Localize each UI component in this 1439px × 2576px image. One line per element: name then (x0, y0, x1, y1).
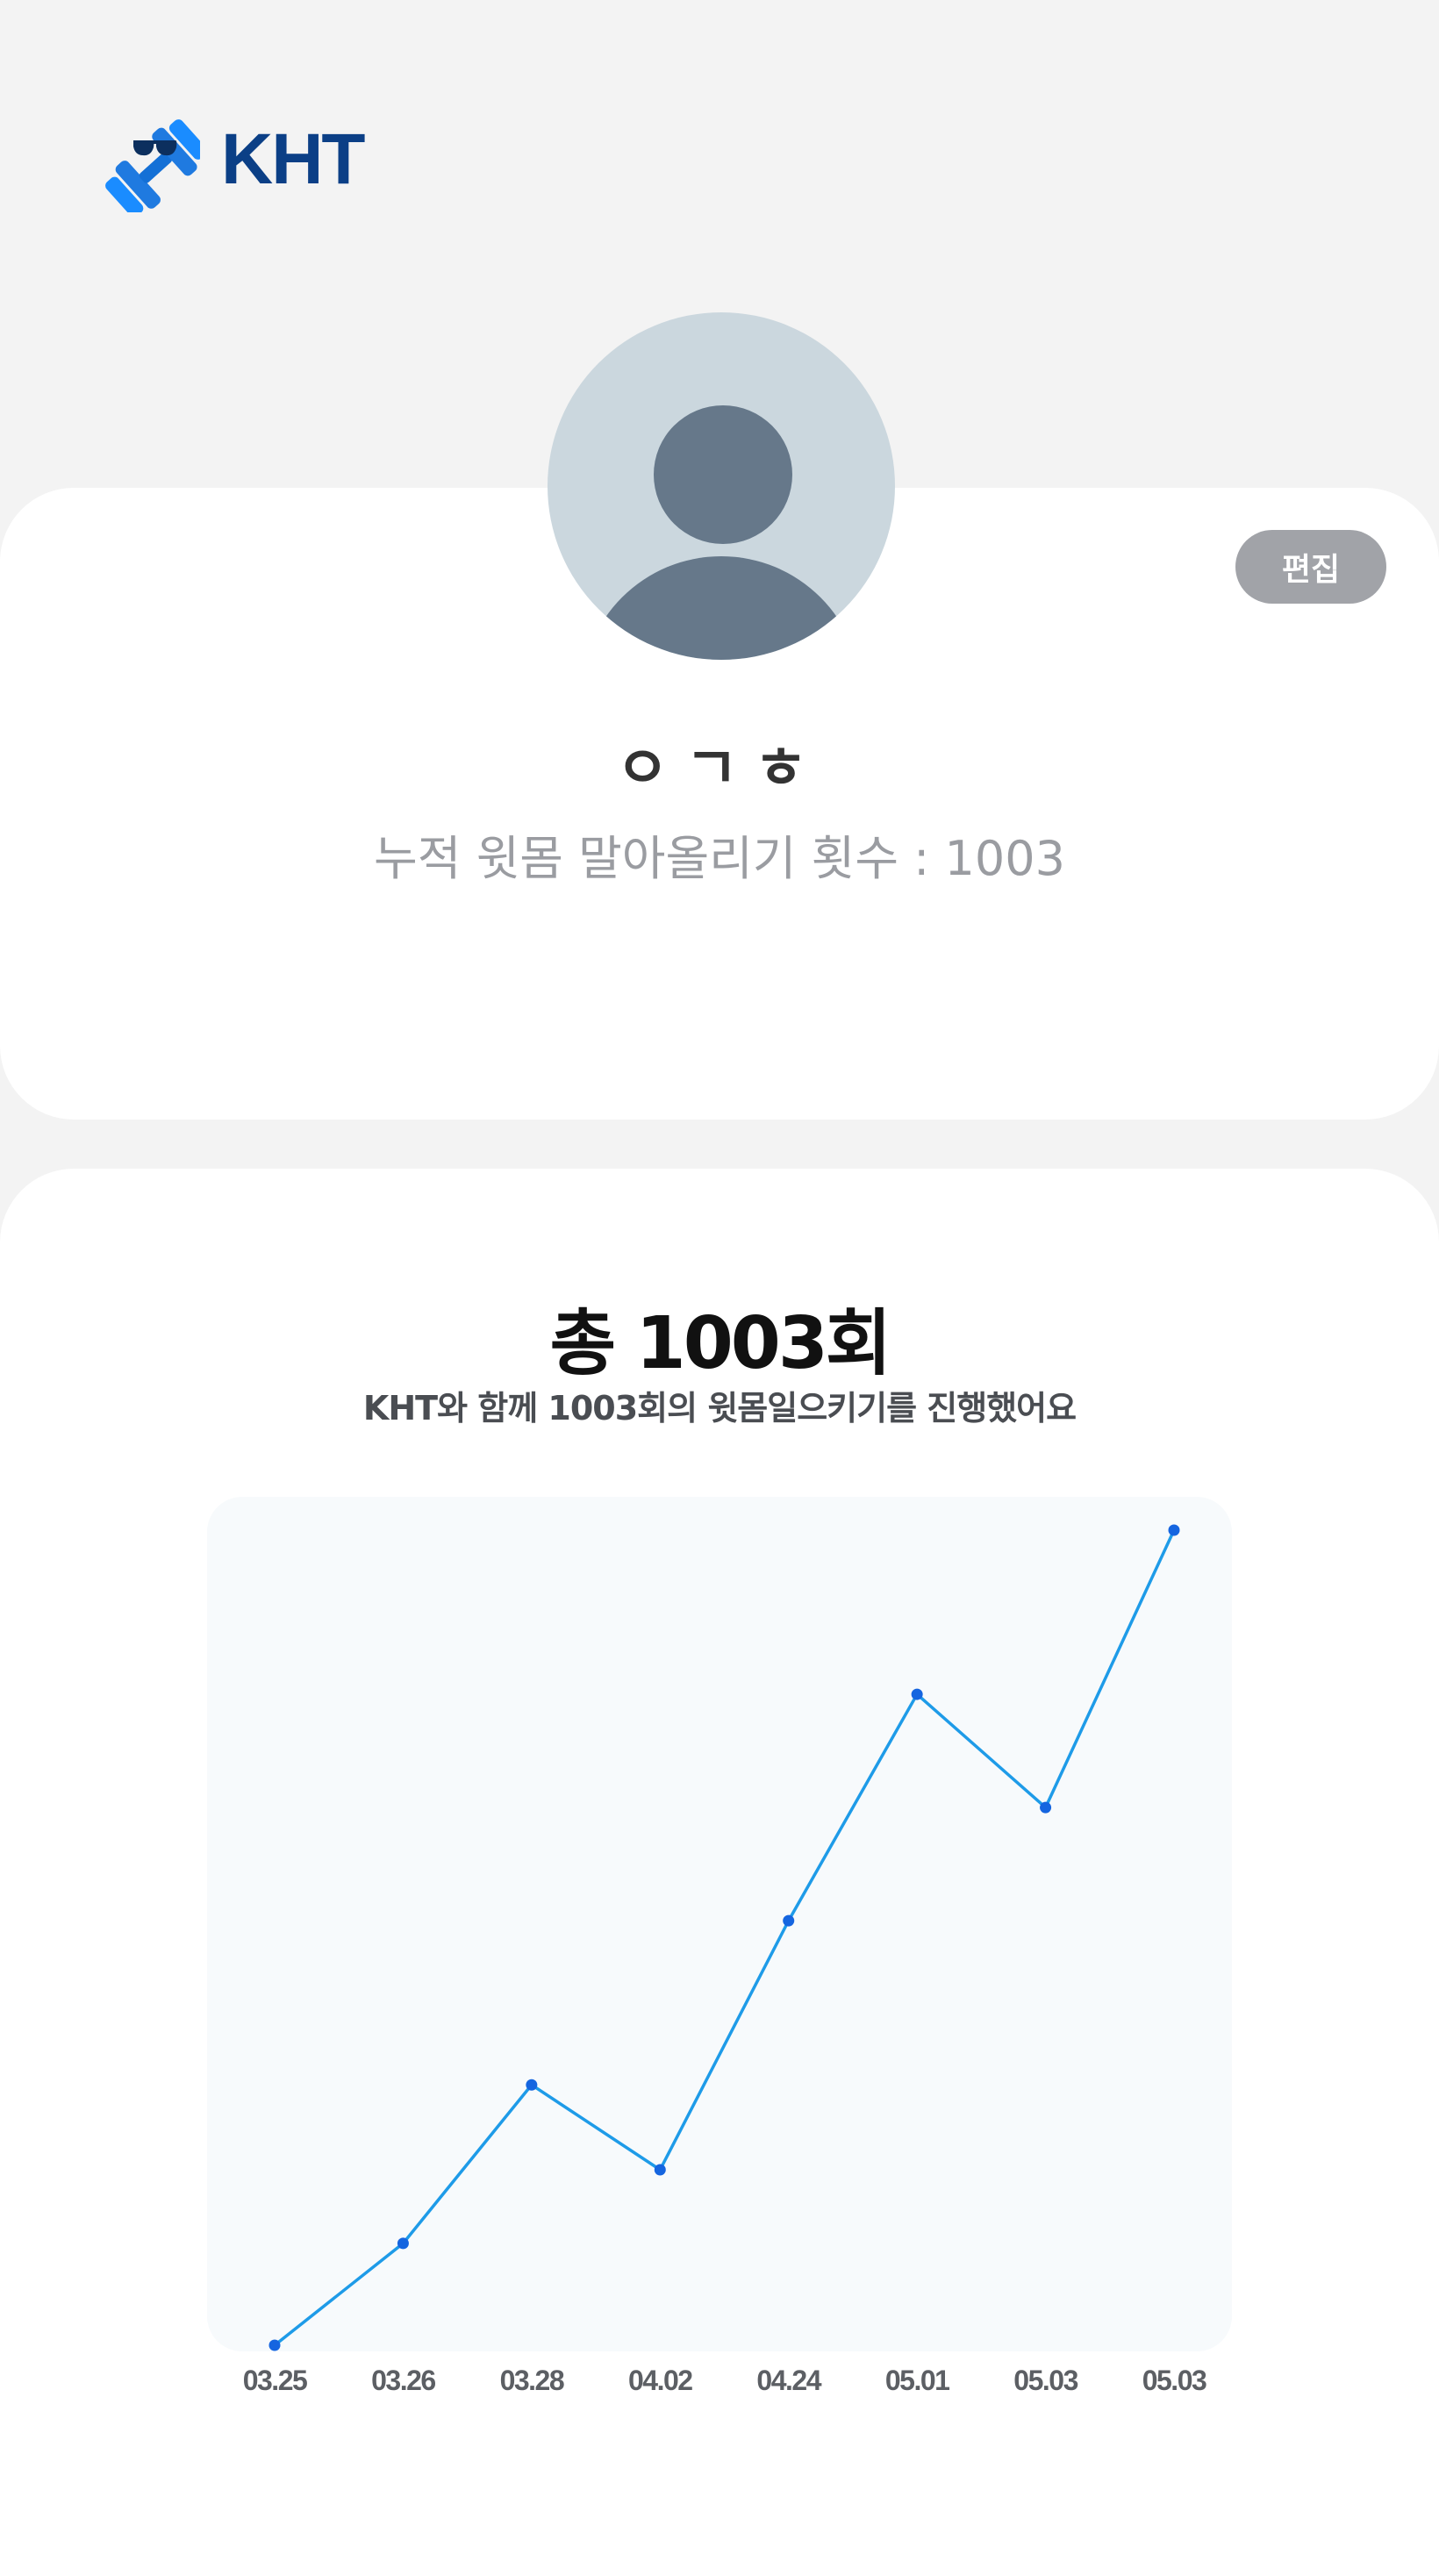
dumbbell-sunglasses-icon (105, 119, 200, 212)
avatar-head (654, 405, 792, 544)
cumulative-count: 누적 윗몸 말아올리기 횟수 : 1003 (374, 831, 1065, 886)
total-count-subtitle: KHT와 함께 1003회의 윗몸일으키기를 진행했어요 (362, 1389, 1077, 1428)
chart-background (207, 1497, 1232, 2351)
user-avatar-icon (548, 312, 895, 660)
edit-profile-button[interactable]: 편집 (1235, 530, 1386, 604)
user-name: ㅇㄱㅎ (615, 734, 824, 802)
total-count-title: 총 1003회 (549, 1302, 892, 1385)
brand-name: KHT (221, 119, 366, 199)
brand-logo: KHT (95, 107, 376, 212)
avatar-body (581, 556, 862, 660)
